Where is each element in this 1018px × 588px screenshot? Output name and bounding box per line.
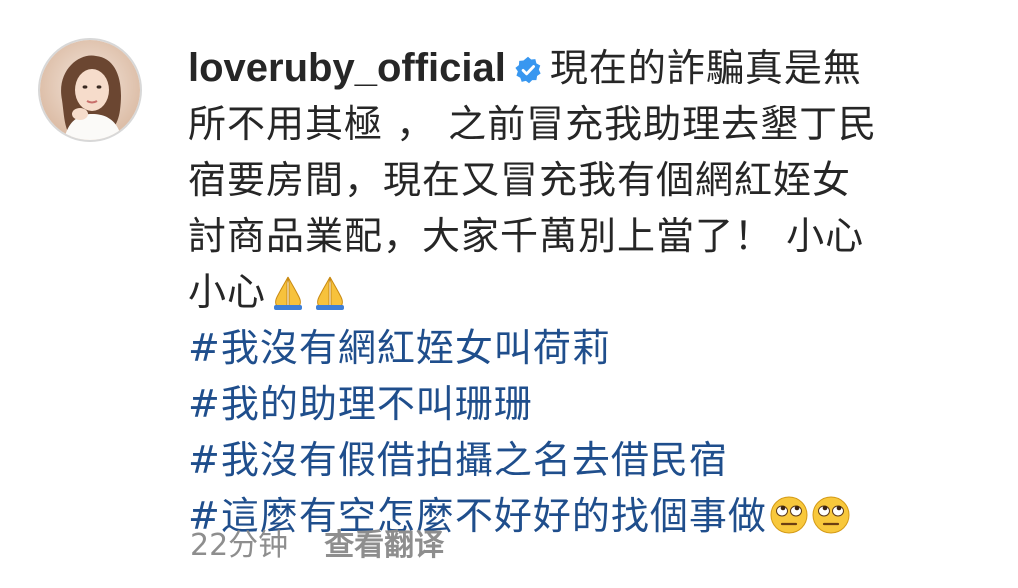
comment: loveruby_official 現在的詐騙真是無 所不用其極 ， 之前冒充我… <box>0 0 1018 588</box>
see-translation-button[interactable]: 查看翻译 <box>324 520 444 564</box>
username-link[interactable]: loveruby_official <box>188 46 506 90</box>
folded-hands-icon <box>274 276 303 310</box>
hashtag-link[interactable]: #我沒有網紅姪女叫荷莉 <box>188 320 988 376</box>
comment-text-line3: 宿要房間，現在又冒充我有個網紅姪女 <box>188 158 852 202</box>
avatar[interactable] <box>38 38 142 142</box>
avatar-photo-icon <box>40 40 140 140</box>
comment-meta: 22分钟 查看翻译 <box>190 520 444 564</box>
comment-timestamp: 22分钟 <box>190 528 289 563</box>
hashtag-link[interactable]: #我的助理不叫珊珊 <box>188 376 988 432</box>
comment-text-line2: 所不用其極 ， 之前冒充我助理去墾丁民 <box>188 102 878 146</box>
eye-roll-face-icon <box>812 496 850 534</box>
folded-hands-icon <box>316 276 345 310</box>
comment-body: loveruby_official 現在的詐騙真是無 所不用其極 ， 之前冒充我… <box>188 40 988 544</box>
comment-text-line4: 討商品業配，大家千萬別上當了！ 小心 <box>188 214 865 258</box>
eye-roll-face-icon <box>770 496 808 534</box>
comment-text-line1: 現在的詐騙真是無 <box>549 46 862 90</box>
verified-badge-icon <box>515 56 541 84</box>
hashtag-link[interactable]: #我沒有假借拍攝之名去借民宿 <box>188 432 988 488</box>
comment-text-line5: 小心 <box>188 270 267 314</box>
